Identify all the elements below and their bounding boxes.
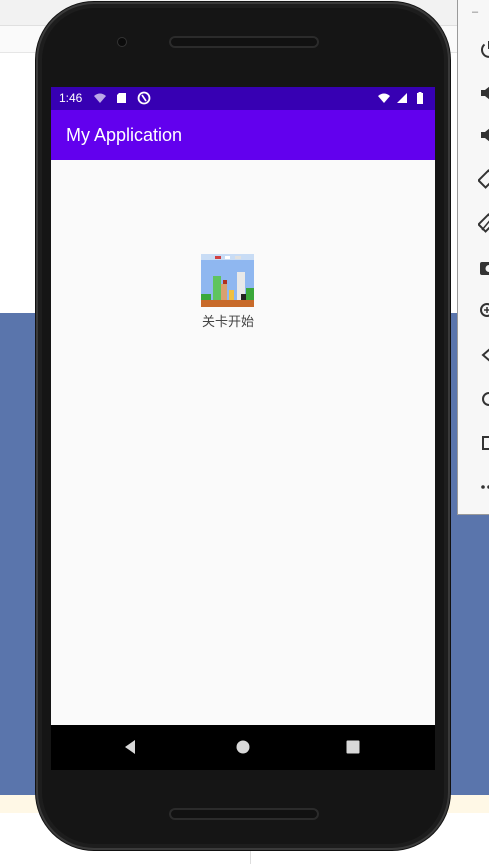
- bottom-speaker: [169, 808, 319, 820]
- main-content: 关卡开始: [51, 160, 435, 725]
- wifi-question-icon: [94, 93, 106, 103]
- app-title: My Application: [66, 125, 183, 145]
- wifi-icon: [378, 93, 390, 103]
- camera-icon[interactable]: [478, 256, 489, 278]
- sync-icon: [137, 91, 151, 105]
- level-start-label[interactable]: 关卡开始: [191, 311, 265, 330]
- navigation-bar: [51, 725, 435, 770]
- device-screen: 1:46 My Application 关卡开始: [51, 87, 435, 770]
- home-icon[interactable]: [478, 388, 489, 410]
- sd-card-icon: [117, 93, 126, 103]
- home-icon[interactable]: [233, 737, 253, 757]
- game-level-icon[interactable]: [201, 254, 254, 307]
- emulator-side-toolbar: –: [457, 0, 489, 515]
- rotate-right-icon[interactable]: [477, 212, 489, 234]
- volume-down-icon[interactable]: [478, 124, 489, 146]
- front-camera: [118, 38, 126, 46]
- more-icon[interactable]: [478, 476, 489, 498]
- back-icon[interactable]: [478, 344, 489, 366]
- rotate-left-icon[interactable]: [477, 168, 489, 190]
- earpiece-speaker: [169, 36, 319, 48]
- back-icon[interactable]: [121, 737, 141, 757]
- recents-icon[interactable]: [343, 737, 363, 757]
- battery-icon: [417, 92, 423, 104]
- power-icon[interactable]: [478, 38, 489, 60]
- volume-up-icon[interactable]: [478, 82, 489, 104]
- signal-icon: [397, 93, 407, 103]
- zoom-icon[interactable]: [478, 300, 489, 322]
- status-bar: 1:46: [51, 87, 435, 110]
- minimize-icon[interactable]: –: [472, 6, 478, 18]
- status-time: 1:46: [59, 91, 83, 105]
- app-bar: My Application: [51, 110, 435, 160]
- overview-icon[interactable]: [478, 432, 489, 454]
